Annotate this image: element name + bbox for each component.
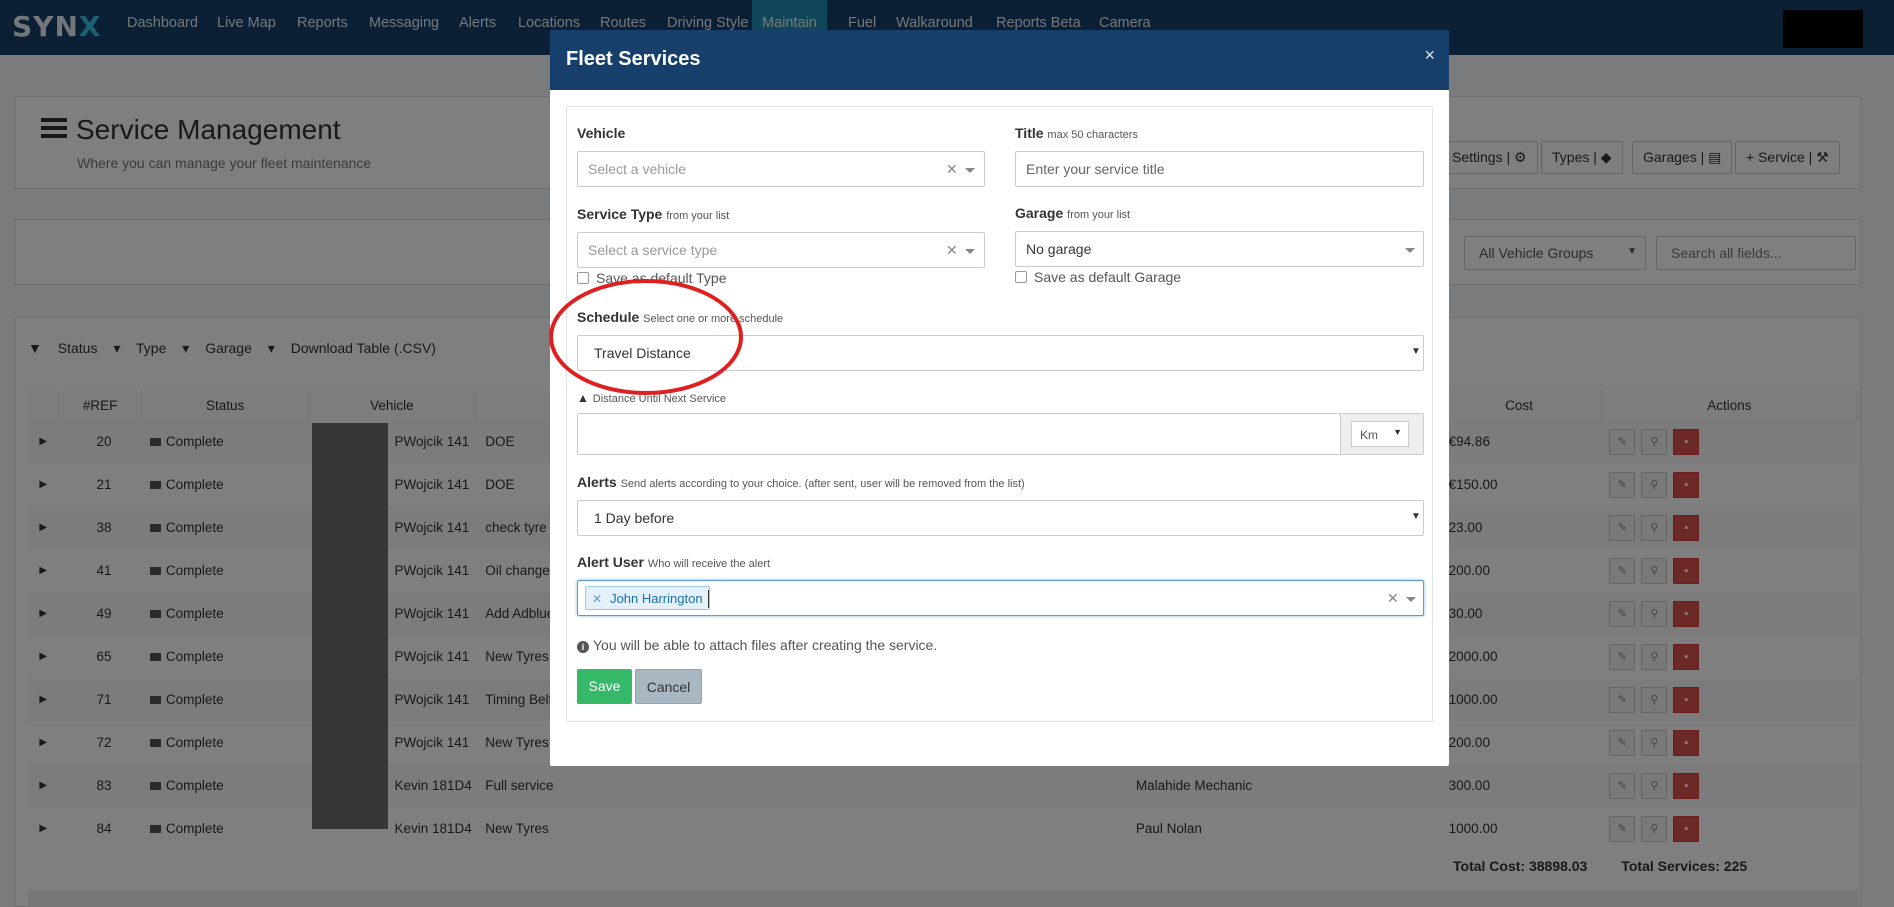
- alert-user-select[interactable]: ✕ John Harrington ✕: [577, 580, 1424, 616]
- text-cursor: [708, 590, 709, 608]
- modal-form: Vehicle Select a vehicle ✕ Title max 50 …: [566, 106, 1433, 722]
- checkbox-icon[interactable]: [577, 272, 589, 284]
- caret-down-icon: [1405, 248, 1415, 253]
- info-icon: i: [577, 641, 589, 653]
- title-label: Title max 50 characters: [1015, 125, 1138, 141]
- modal-title: Fleet Services: [566, 48, 701, 70]
- caret-down-icon: [965, 168, 975, 173]
- service-title-input[interactable]: Enter your service title: [1015, 151, 1424, 187]
- modal-header: Fleet Services ×: [550, 30, 1449, 90]
- alert-user-tag: ✕ John Harrington: [585, 586, 710, 610]
- caret-down-icon: ▼: [1411, 511, 1421, 522]
- title-placeholder: Enter your service title: [1026, 161, 1165, 177]
- caret-down-icon: [1406, 597, 1416, 602]
- garage-select[interactable]: No garage: [1015, 231, 1424, 267]
- checkbox-icon[interactable]: [1015, 271, 1027, 283]
- save-button[interactable]: Save: [577, 669, 632, 704]
- caret-down-icon: ▼: [1411, 346, 1421, 357]
- close-icon[interactable]: ×: [1424, 45, 1435, 66]
- vehicle-label: Vehicle: [577, 125, 626, 141]
- clear-icon[interactable]: ✕: [1387, 590, 1399, 607]
- alerts-select[interactable]: 1 Day before ▼: [577, 500, 1424, 536]
- alerts-value: 1 Day before: [594, 510, 675, 526]
- service-type-label: Service Type from your list: [577, 206, 730, 222]
- tag-label: John Harrington: [610, 591, 703, 606]
- garage-label: Garage from your list: [1015, 205, 1131, 221]
- distance-input[interactable]: [578, 414, 1340, 454]
- vehicle-select[interactable]: Select a vehicle ✕: [577, 151, 985, 187]
- service-type-select[interactable]: Select a service type ✕: [577, 232, 985, 268]
- distance-input-group: Km ▼: [577, 413, 1424, 455]
- alert-user-label: Alert User Who will receive the alert: [577, 554, 771, 570]
- save-default-garage-checkbox[interactable]: Save as default Garage: [1015, 269, 1181, 285]
- clear-icon[interactable]: ✕: [946, 242, 958, 259]
- attach-info: i You will be able to attach files after …: [577, 637, 937, 653]
- unit-select[interactable]: Km ▼: [1351, 421, 1409, 447]
- caret-down-icon: [965, 249, 975, 254]
- cancel-button[interactable]: Cancel: [635, 669, 702, 704]
- road-icon: ▲: [577, 391, 589, 405]
- highlight-circle: [549, 279, 743, 395]
- vehicle-placeholder: Select a vehicle: [588, 161, 687, 177]
- service-type-placeholder: Select a service type: [588, 242, 718, 258]
- alerts-label: Alerts Send alerts according to your cho…: [577, 474, 1025, 490]
- garage-value: No garage: [1026, 241, 1092, 257]
- remove-tag-icon[interactable]: ✕: [592, 592, 602, 606]
- unit-addon: Km ▼: [1340, 414, 1423, 454]
- clear-icon[interactable]: ✕: [946, 161, 958, 178]
- caret-down-icon: ▼: [1393, 427, 1402, 437]
- fleet-services-modal: Fleet Services × Vehicle Select a vehicl…: [550, 30, 1449, 766]
